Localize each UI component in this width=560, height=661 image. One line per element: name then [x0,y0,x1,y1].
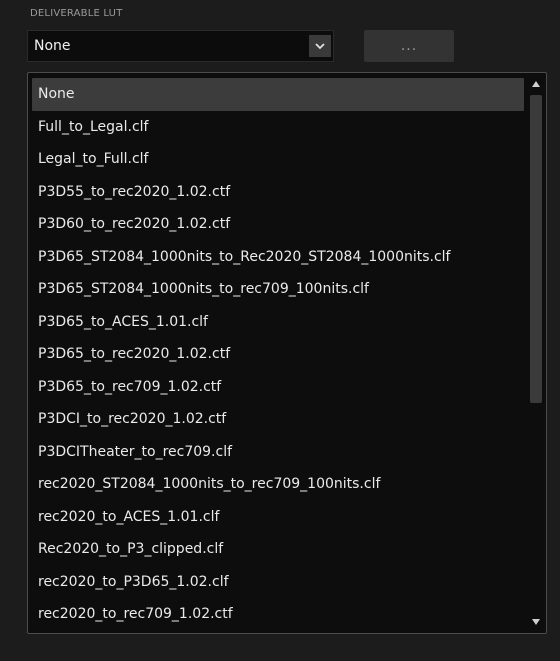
browse-button[interactable]: ... [364,30,454,62]
list-item[interactable]: P3D65_ST2084_1000nits_to_Rec2020_ST2084_… [28,241,524,274]
list-item[interactable]: rec2020_to_P3D65_1.02.clf [28,566,524,599]
scroll-down-icon[interactable] [529,615,543,629]
scroll-thumb[interactable] [530,95,542,403]
chevron-down-icon[interactable] [309,35,331,57]
scrollbar[interactable] [529,77,543,629]
list-item[interactable]: rec2020_to_ACES_1.01.clf [28,501,524,534]
list-item[interactable]: P3D55_to_rec2020_1.02.ctf [28,176,524,209]
option-list: None Full_to_Legal.clf Legal_to_Full.clf P3… [28,78,524,631]
list-item[interactable]: P3D65_to_rec2020_1.02.ctf [28,338,524,371]
section-label: DELIVERABLE LUT [30,8,123,19]
list-item[interactable]: P3DCITheater_to_rec709.clf [28,436,524,469]
scroll-up-icon[interactable] [529,77,543,91]
list-item[interactable]: Legal_to_Full.clf [28,143,524,176]
list-item[interactable]: None [32,78,524,111]
list-item[interactable]: P3D65_to_ACES_1.01.clf [28,306,524,339]
list-item[interactable]: P3D65_to_rec709_1.02.ctf [28,371,524,404]
select-value: None [34,38,71,54]
lut-select[interactable]: None [27,30,334,62]
list-item[interactable]: Full_to_Legal.clf [28,111,524,144]
list-item[interactable]: rec2020_to_rec709_1.02.ctf [28,598,524,631]
list-item[interactable]: P3D60_to_rec2020_1.02.ctf [28,208,524,241]
list-item[interactable]: rec2020_ST2084_1000nits_to_rec709_100nit… [28,468,524,501]
list-item[interactable]: P3DCI_to_rec2020_1.02.ctf [28,403,524,436]
lut-dropdown-list: None Full_to_Legal.clf Legal_to_Full.clf P3… [27,72,547,634]
list-item[interactable]: P3D65_ST2084_1000nits_to_rec709_100nits.… [28,273,524,306]
list-item[interactable]: Rec2020_to_P3_clipped.clf [28,533,524,566]
